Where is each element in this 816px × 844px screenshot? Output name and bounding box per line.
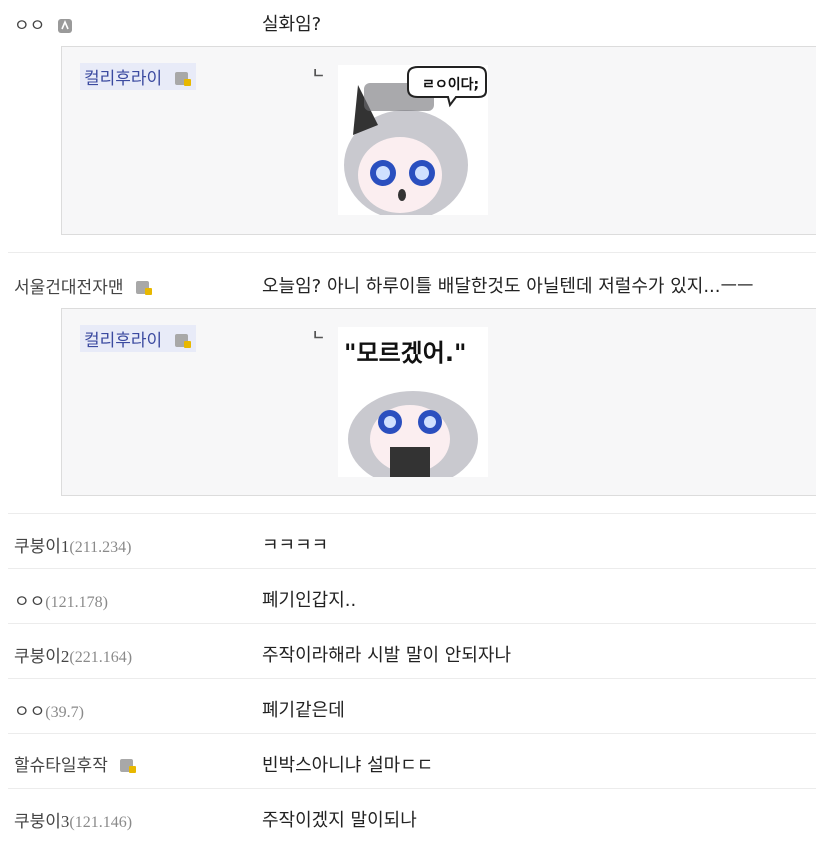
- reply-nick[interactable]: 컬리후라이: [80, 325, 196, 352]
- comment-row: 할슈타일후작 빈박스아니냐 설마ㄷㄷ: [8, 734, 816, 789]
- fixed-nick-lock-icon: [120, 759, 137, 773]
- fixed-nick-lock-icon: [174, 72, 191, 86]
- comment-nick[interactable]: 서울건대전자맨: [14, 273, 153, 298]
- comment-nick[interactable]: ㅇㅇ(121.178): [14, 587, 108, 612]
- reply-mark: ㄴ: [312, 66, 325, 82]
- fixed-nick-lock-icon: [174, 334, 191, 348]
- comment-text: 폐기인갑지..: [262, 590, 357, 611]
- comment-text: 빈박스아니냐 설마ㄷㄷ: [262, 755, 434, 776]
- ip-address: (211.234): [69, 539, 132, 556]
- comment-text: 폐기같은데: [262, 700, 345, 721]
- sticker-caption: ㄹㅇ이다;: [422, 76, 479, 93]
- comment-row: ㅇㅇ(121.178) 폐기인갑지..: [8, 569, 816, 624]
- comment-row: 서울건대전자맨 오늘임? 아니 하루이틀 배달한것도 아닐텐데 저럴수가 있지.…: [8, 253, 816, 514]
- comment-text: 오늘임? 아니 하루이틀 배달한것도 아닐텐데 저럴수가 있지...ㅡㅡ: [262, 276, 754, 297]
- reply-nick[interactable]: 컬리후라이: [80, 63, 196, 90]
- comment-text: 주작이라해라 시발 말이 안되자나: [262, 645, 512, 666]
- sticker-image[interactable]: "모르겠어.": [338, 327, 488, 477]
- comment-row: 쿠붕이3(121.146) 주작이겠지 말이되나: [8, 789, 816, 843]
- ip-address: (39.7): [45, 704, 84, 721]
- comment-text: 실화임?: [262, 14, 322, 35]
- comment-nick[interactable]: 할슈타일후작: [14, 751, 137, 776]
- ip-address: (121.178): [45, 594, 108, 611]
- comment-nick[interactable]: ㅇㅇ: [14, 11, 73, 36]
- ip-address: (221.164): [69, 649, 133, 666]
- ip-address: (121.146): [69, 814, 133, 831]
- comment-row: 쿠붕이2(221.164) 주작이라해라 시발 말이 안되자나: [8, 624, 816, 679]
- comment-nick[interactable]: 쿠붕이1(211.234): [14, 532, 131, 557]
- comment-row: ㅇㅇ 실화임? 컬리후라이 ㄴ ㄹㅇ이다;: [8, 0, 816, 253]
- reply-box: 컬리후라이 ㄴ ㄹㅇ이다;: [61, 46, 816, 235]
- comment-nick[interactable]: ㅇㅇ(39.7): [14, 697, 84, 722]
- comment-row: ㅇㅇ(39.7) 폐기같은데: [8, 679, 816, 734]
- reply-mark: ㄴ: [312, 328, 325, 344]
- comment-text: 주작이겠지 말이되나: [262, 810, 417, 831]
- comment-text: ㅋㅋㅋㅋ: [262, 535, 329, 556]
- reply-box: 컬리후라이 ㄴ "모르겠어.": [61, 308, 816, 496]
- sticker-image[interactable]: ㄹㅇ이다;: [338, 65, 488, 215]
- fixed-nick-lock-icon: [135, 281, 152, 295]
- fixed-nick-icon: [57, 19, 72, 33]
- comment-nick[interactable]: 쿠붕이3(121.146): [14, 807, 132, 832]
- comment-nick[interactable]: 쿠붕이2(221.164): [14, 642, 132, 667]
- sticker-caption: "모르겠어.": [344, 339, 466, 367]
- comment-row: 쿠붕이1(211.234) ㅋㅋㅋㅋ: [8, 514, 816, 569]
